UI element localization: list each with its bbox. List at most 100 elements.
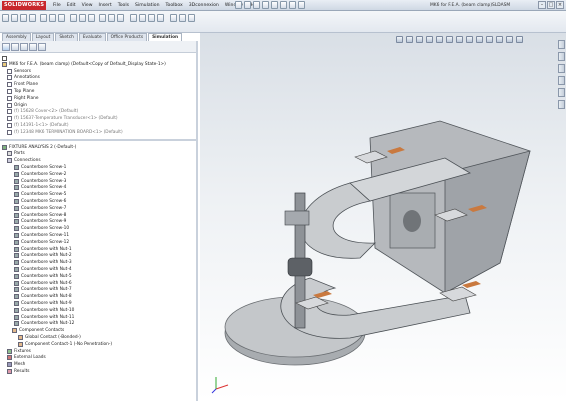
tool-icon[interactable] [188, 14, 195, 22]
tool-icon[interactable] [157, 14, 164, 22]
menu-file[interactable]: File [50, 1, 64, 10]
hide-show-icon[interactable] [456, 36, 463, 43]
resources-tab[interactable] [558, 40, 565, 49]
menu-tools[interactable]: Tools [115, 1, 132, 10]
connector-item[interactable]: Counterbore with Nut-2 [2, 253, 194, 260]
tab-office-products[interactable]: Office Products [106, 33, 148, 41]
display-style-icon[interactable] [446, 36, 453, 43]
tab-assembly[interactable]: Assembly [2, 33, 31, 41]
tool-icon[interactable] [2, 14, 9, 22]
connector-item[interactable]: Counterbore with Nut-3 [2, 259, 194, 266]
connector-item[interactable]: Counterbore with Nut-6 [2, 280, 194, 287]
menu-insert[interactable]: Insert [96, 1, 115, 10]
results-item[interactable]: Results [2, 368, 194, 375]
tree-item[interactable]: Top Plane [2, 88, 194, 95]
tool-icon[interactable] [148, 14, 155, 22]
tool-icon[interactable] [179, 14, 186, 22]
apply-scene-icon[interactable] [476, 36, 483, 43]
connector-item[interactable]: Counterbore Screw-11 [2, 232, 194, 239]
tool-icon[interactable] [11, 14, 18, 22]
tool-icon[interactable] [79, 14, 86, 22]
connector-item[interactable]: Counterbore Screw-4 [2, 185, 194, 192]
rebuild-icon[interactable] [289, 1, 296, 9]
connector-item[interactable]: Counterbore Screw-8 [2, 212, 194, 219]
connector-item[interactable]: Counterbore Screw-3 [2, 178, 194, 185]
new-icon[interactable] [235, 1, 242, 9]
connector-item[interactable]: Counterbore with Nut-5 [2, 273, 194, 280]
property-manager-tab[interactable] [11, 43, 19, 51]
shadows-icon[interactable] [516, 36, 523, 43]
connector-item[interactable]: Counterbore Screw-9 [2, 219, 194, 226]
tool-icon[interactable] [29, 14, 36, 22]
tree-item[interactable]: Origin [2, 102, 194, 109]
connector-item[interactable]: Counterbore with Nut-8 [2, 293, 194, 300]
tree-item[interactable]: (f) 15637-Temperature Transducer<1> (Def… [2, 115, 194, 122]
connector-item[interactable]: Counterbore with Nut-7 [2, 287, 194, 294]
realview-icon[interactable] [506, 36, 513, 43]
connector-item[interactable]: Counterbore with Nut-9 [2, 300, 194, 307]
previous-view-icon[interactable] [416, 36, 423, 43]
zoom-to-fit-icon[interactable] [396, 36, 403, 43]
tool-icon[interactable] [130, 14, 137, 22]
view-settings-icon[interactable] [486, 36, 493, 43]
contact-item[interactable]: Global Contact (-Bonded-) [2, 334, 194, 341]
menu-simulation[interactable]: Simulation [132, 1, 162, 10]
tree-item[interactable]: (f) 12348 MK6 TERMINATION BOARD<1> (Defa… [2, 129, 194, 136]
tool-icon[interactable] [99, 14, 106, 22]
maximize-button[interactable]: □ [547, 1, 555, 9]
tool-icon[interactable] [49, 14, 56, 22]
custom-properties-tab[interactable] [558, 100, 565, 109]
open-icon[interactable] [244, 1, 251, 9]
tree-item[interactable]: Right Plane [2, 95, 194, 102]
tool-icon[interactable] [170, 14, 177, 22]
menu-edit[interactable]: Edit [64, 1, 79, 10]
feature-tree-tab[interactable] [2, 43, 10, 51]
tab-evaluate[interactable]: Evaluate [78, 33, 106, 41]
connector-item[interactable]: Counterbore with Nut-12 [2, 320, 194, 327]
options-icon[interactable] [298, 1, 305, 9]
contact-item[interactable]: Component Contact-1 (-No Penetration-) [2, 341, 194, 348]
connector-item[interactable]: Counterbore Screw-10 [2, 225, 194, 232]
connector-item[interactable]: Counterbore Screw-5 [2, 191, 194, 198]
connector-item[interactable]: Counterbore with Nut-10 [2, 307, 194, 314]
tool-icon[interactable] [139, 14, 146, 22]
design-library-tab[interactable] [558, 52, 565, 61]
tree-item[interactable]: Annotations [2, 75, 194, 82]
tool-icon[interactable] [20, 14, 27, 22]
connector-item[interactable]: Counterbore Screw-1 [2, 164, 194, 171]
tool-icon[interactable] [58, 14, 65, 22]
simulation-display-icon[interactable] [496, 36, 503, 43]
tab-sketch[interactable]: Sketch [55, 33, 78, 41]
connector-item[interactable]: Counterbore with Nut-1 [2, 246, 194, 253]
display-tab[interactable] [38, 43, 46, 51]
connector-item[interactable]: Counterbore with Nut-4 [2, 266, 194, 273]
zoom-area-icon[interactable] [406, 36, 413, 43]
menu-3dconnexion[interactable]: 3Dconnexion [186, 1, 222, 10]
minimize-button[interactable]: – [538, 1, 546, 9]
component-contacts-item[interactable]: Component Contacts [2, 327, 194, 334]
dimxpert-tab[interactable] [29, 43, 37, 51]
pane-splitter[interactable] [0, 138, 196, 141]
tool-icon[interactable] [40, 14, 47, 22]
connector-item[interactable]: Counterbore Screw-12 [2, 239, 194, 246]
connector-item[interactable]: Counterbore Screw-7 [2, 205, 194, 212]
save-icon[interactable] [253, 1, 260, 9]
tree-item[interactable]: Front Plane [2, 81, 194, 88]
undo-icon[interactable] [271, 1, 278, 9]
tool-icon[interactable] [117, 14, 124, 22]
tree-root[interactable]: MK6 for F.E.A. (beam clamp) (Default<Cop… [2, 61, 194, 68]
view-palette-tab[interactable] [558, 76, 565, 85]
tool-icon[interactable] [88, 14, 95, 22]
tool-icon[interactable] [108, 14, 115, 22]
external-loads-item[interactable]: External Loads [2, 354, 194, 361]
view-orientation-icon[interactable] [436, 36, 443, 43]
connector-item[interactable]: Counterbore with Nut-11 [2, 314, 194, 321]
tab-layout[interactable]: Layout [31, 33, 55, 41]
graphics-viewport[interactable] [200, 33, 566, 401]
close-button[interactable]: × [556, 1, 564, 9]
appearances-tab[interactable] [558, 88, 565, 97]
tree-item[interactable]: Sensors [2, 68, 194, 75]
tree-item[interactable]: (f) 15628 Cover<2> (Default) [2, 109, 194, 116]
connections-item[interactable]: Connections [2, 157, 194, 164]
edit-appearance-icon[interactable] [466, 36, 473, 43]
